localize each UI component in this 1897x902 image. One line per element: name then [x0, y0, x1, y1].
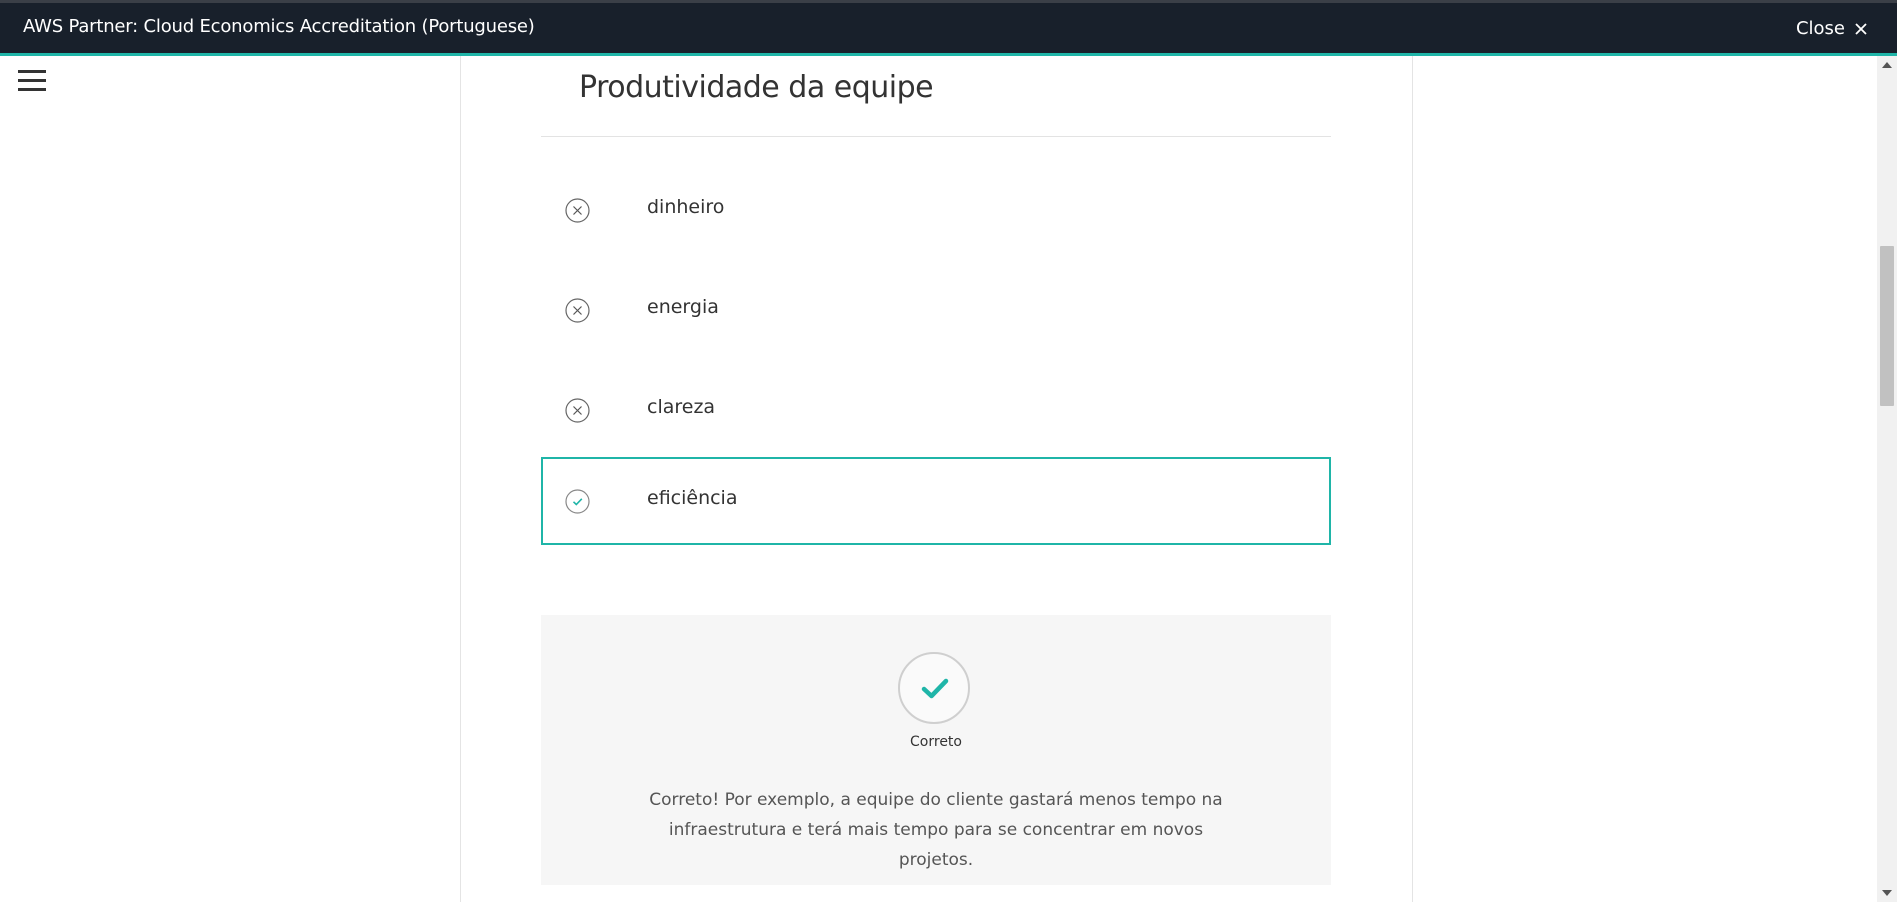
- title-bar: AWS Partner: Cloud Economics Accreditati…: [0, 0, 1897, 56]
- answer-option-energia[interactable]: energia: [541, 266, 1331, 354]
- feedback-message: Correto! Por exemplo, a equipe do client…: [649, 790, 1223, 870]
- close-label: Close: [1795, 18, 1845, 39]
- option-label: eficiência: [647, 487, 738, 509]
- feedback-panel: Correto Correto! Por exemplo, a equipe d…: [541, 615, 1331, 885]
- close-icon: [1855, 22, 1867, 35]
- option-label: energia: [647, 296, 719, 318]
- x-circle-icon: [565, 198, 590, 223]
- option-label: dinheiro: [647, 196, 725, 218]
- vertical-scrollbar[interactable]: [1877, 56, 1897, 902]
- answer-option-clareza[interactable]: clareza: [541, 366, 1331, 454]
- scroll-thumb[interactable]: [1880, 246, 1894, 406]
- check-circle-icon: [565, 489, 590, 514]
- hamburger-menu-icon[interactable]: [18, 70, 46, 92]
- checkmark-icon: [921, 678, 949, 699]
- lesson-card: Produtividade da equipe dinheiro energia…: [460, 56, 1413, 902]
- x-circle-icon: [565, 398, 590, 423]
- divider: [541, 136, 1331, 137]
- answer-option-dinheiro[interactable]: dinheiro: [541, 166, 1331, 254]
- feedback-status: Correto: [910, 734, 962, 750]
- scroll-down-arrow-icon[interactable]: [1882, 890, 1892, 896]
- feedback-badge: [898, 652, 970, 724]
- x-circle-icon: [565, 298, 590, 323]
- option-label: clareza: [647, 396, 716, 418]
- scroll-up-arrow-icon[interactable]: [1882, 62, 1892, 68]
- window-title: AWS Partner: Cloud Economics Accreditati…: [23, 16, 535, 37]
- close-button[interactable]: Close: [1796, 18, 1867, 39]
- answer-option-eficiencia[interactable]: eficiência: [541, 457, 1331, 545]
- question-heading: Produtividade da equipe: [579, 70, 934, 105]
